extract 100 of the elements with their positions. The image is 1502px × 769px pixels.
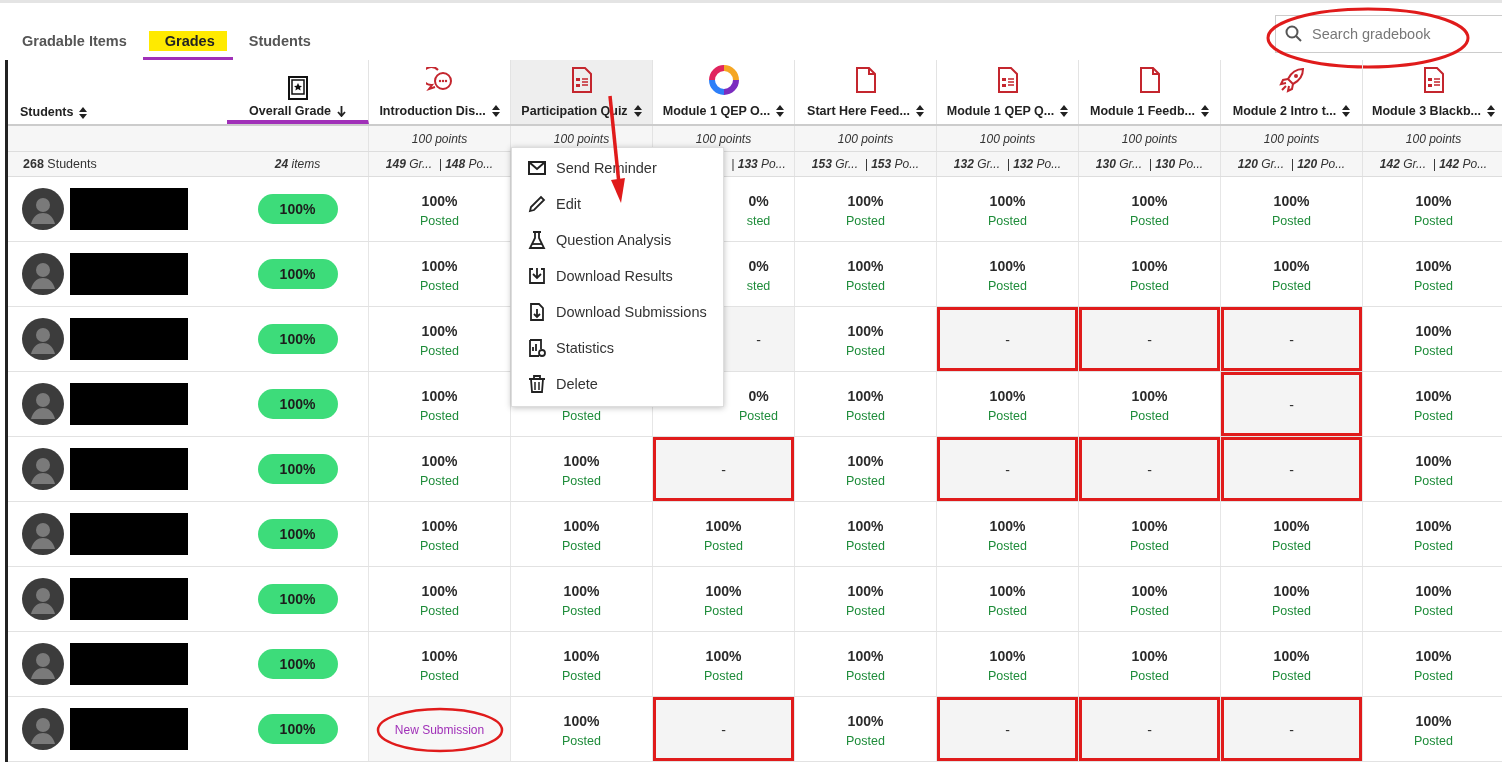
column-header[interactable]: Module 2 Intro t... (1221, 60, 1363, 124)
column-header[interactable]: Module 3 Blackb... (1363, 60, 1502, 124)
column-header[interactable]: Module 1 QEP O... (653, 60, 795, 124)
grade-cell[interactable]: 100% Posted (1221, 242, 1363, 306)
grade-cell[interactable]: - (1221, 437, 1363, 501)
grade-cell[interactable]: 100% Posted (795, 242, 937, 306)
grade-cell[interactable]: - (1221, 372, 1363, 436)
grade-cell[interactable]: 100% Posted (653, 567, 795, 631)
grade-cell[interactable]: 100% Posted (1363, 437, 1502, 501)
grade-cell[interactable]: 100% Posted (795, 567, 937, 631)
points-label: 100 points (837, 131, 894, 146)
grade-cell[interactable]: - (1079, 437, 1221, 501)
grade-cell[interactable]: 100% Posted (937, 372, 1079, 436)
grade-cell[interactable]: - (937, 697, 1079, 761)
grade-cell[interactable]: 100% Posted (369, 437, 511, 501)
tab[interactable]: Gradable Items (10, 3, 139, 60)
grade-cell[interactable]: 100% Posted (653, 632, 795, 696)
file-download-icon (528, 303, 546, 321)
grade-cell[interactable]: 100% Posted (795, 372, 937, 436)
points-label: 100 points (1121, 131, 1178, 146)
grade-cell[interactable]: 100% Posted (653, 502, 795, 566)
column-header[interactable]: Module 1 Feedb... (1079, 60, 1221, 124)
sort-icon[interactable] (491, 105, 500, 117)
grade-cell[interactable]: - (1079, 697, 1221, 761)
test-document-icon (1422, 67, 1445, 93)
grade-cell[interactable]: 100% Posted (937, 242, 1079, 306)
sort-down-icon (337, 105, 346, 117)
item-count: 24 items (274, 157, 321, 171)
grade-pill: 100% (257, 519, 338, 549)
ring-logo-icon (706, 64, 741, 96)
avatar-icon (22, 318, 64, 360)
sort-icon[interactable] (633, 105, 642, 117)
grade-cell[interactable]: 100% Posted (369, 567, 511, 631)
grade-cell[interactable]: - (1221, 307, 1363, 371)
search-icon (1285, 25, 1302, 42)
grade-cell[interactable]: 100% Posted (1079, 502, 1221, 566)
grade-cell[interactable]: 100% Posted (369, 502, 511, 566)
grade-cell[interactable]: 100% Posted (1363, 502, 1502, 566)
sort-icon[interactable] (1060, 105, 1069, 117)
avatar-icon (22, 448, 64, 490)
grade-cell[interactable]: 100% Posted (511, 502, 653, 566)
grade-cell[interactable]: 100% Posted (1363, 372, 1502, 436)
sort-icon[interactable] (79, 107, 88, 119)
grading-stats: 120 Gr... | 120 Po... (1237, 157, 1346, 171)
sort-icon[interactable] (1487, 105, 1496, 117)
grade-cell[interactable]: 100% Posted (1221, 632, 1363, 696)
grade-cell[interactable]: - (1079, 307, 1221, 371)
student-count: 268 Students (23, 157, 97, 171)
points-label: 100 points (1405, 131, 1462, 146)
column-header[interactable]: Start Here Feed... (795, 60, 937, 124)
grade-cell[interactable]: 100% Posted (795, 177, 937, 241)
sort-icon[interactable] (776, 105, 785, 117)
tab[interactable]: Students (236, 3, 323, 60)
grade-cell[interactable]: 100% Posted (795, 632, 937, 696)
grade-cell[interactable]: 100% Posted (1079, 242, 1221, 306)
grade-cell[interactable]: 100% Posted (1363, 177, 1502, 241)
grade-cell[interactable]: 100% Posted (937, 177, 1079, 241)
grade-cell[interactable]: 100% Posted (937, 632, 1079, 696)
grade-pill: 100% (257, 454, 338, 484)
grade-cell[interactable]: 100% Posted (369, 632, 511, 696)
avatar-icon (22, 513, 64, 555)
sort-icon[interactable] (915, 105, 924, 117)
grade-cell[interactable]: 100% Posted (1221, 567, 1363, 631)
grade-cell[interactable]: - (1221, 697, 1363, 761)
grade-cell[interactable]: 100% Posted (1363, 632, 1502, 696)
grading-stats: 130 Gr... | 130 Po... (1095, 157, 1204, 171)
grade-cell[interactable]: 100% Posted (1079, 177, 1221, 241)
search-field[interactable]: Search gradebook (1275, 15, 1502, 53)
envelope-icon (528, 160, 546, 176)
grade-cell[interactable]: 100% Posted (937, 502, 1079, 566)
grade-cell[interactable]: 100% Posted (1363, 567, 1502, 631)
grade-cell[interactable]: - (653, 697, 795, 761)
grade-cell[interactable]: 100% Posted (795, 502, 937, 566)
grade-cell[interactable]: - (937, 307, 1079, 371)
grade-cell[interactable]: - (937, 437, 1079, 501)
sort-icon[interactable] (1342, 105, 1351, 117)
grade-cell[interactable]: 100% Posted (511, 632, 653, 696)
grading-stats: | 133 Po... (731, 157, 786, 171)
grade-cell[interactable]: 100% Posted (1221, 177, 1363, 241)
grade-pill: 100% (257, 324, 338, 354)
grade-cell[interactable]: 100% Posted (1363, 307, 1502, 371)
grade-cell[interactable]: 100% Posted (1221, 502, 1363, 566)
trash-icon (528, 375, 546, 393)
grading-stats: 132 Gr... | 132 Po... (953, 157, 1062, 171)
column-header[interactable]: Module 1 QEP Q... (937, 60, 1079, 124)
grade-cell[interactable]: 100% Posted (1363, 697, 1502, 761)
points-label: 100 points (695, 131, 752, 146)
grade-cell[interactable]: - (653, 437, 795, 501)
grade-cell[interactable]: 100% Posted (511, 567, 653, 631)
sort-icon[interactable] (1200, 105, 1209, 117)
grade-cell[interactable]: 100% Posted (937, 567, 1079, 631)
document-icon (1138, 67, 1161, 93)
grade-cell[interactable]: 100% Posted (1079, 567, 1221, 631)
grade-cell[interactable]: 100% Posted (1079, 632, 1221, 696)
gradebook-icon (287, 76, 308, 100)
column-header[interactable]: Students (20, 105, 74, 119)
grade-pill: 100% (257, 194, 338, 224)
grade-cell[interactable]: 100% Posted (1363, 242, 1502, 306)
tab[interactable]: Grades (142, 3, 233, 60)
download-icon (528, 267, 546, 285)
